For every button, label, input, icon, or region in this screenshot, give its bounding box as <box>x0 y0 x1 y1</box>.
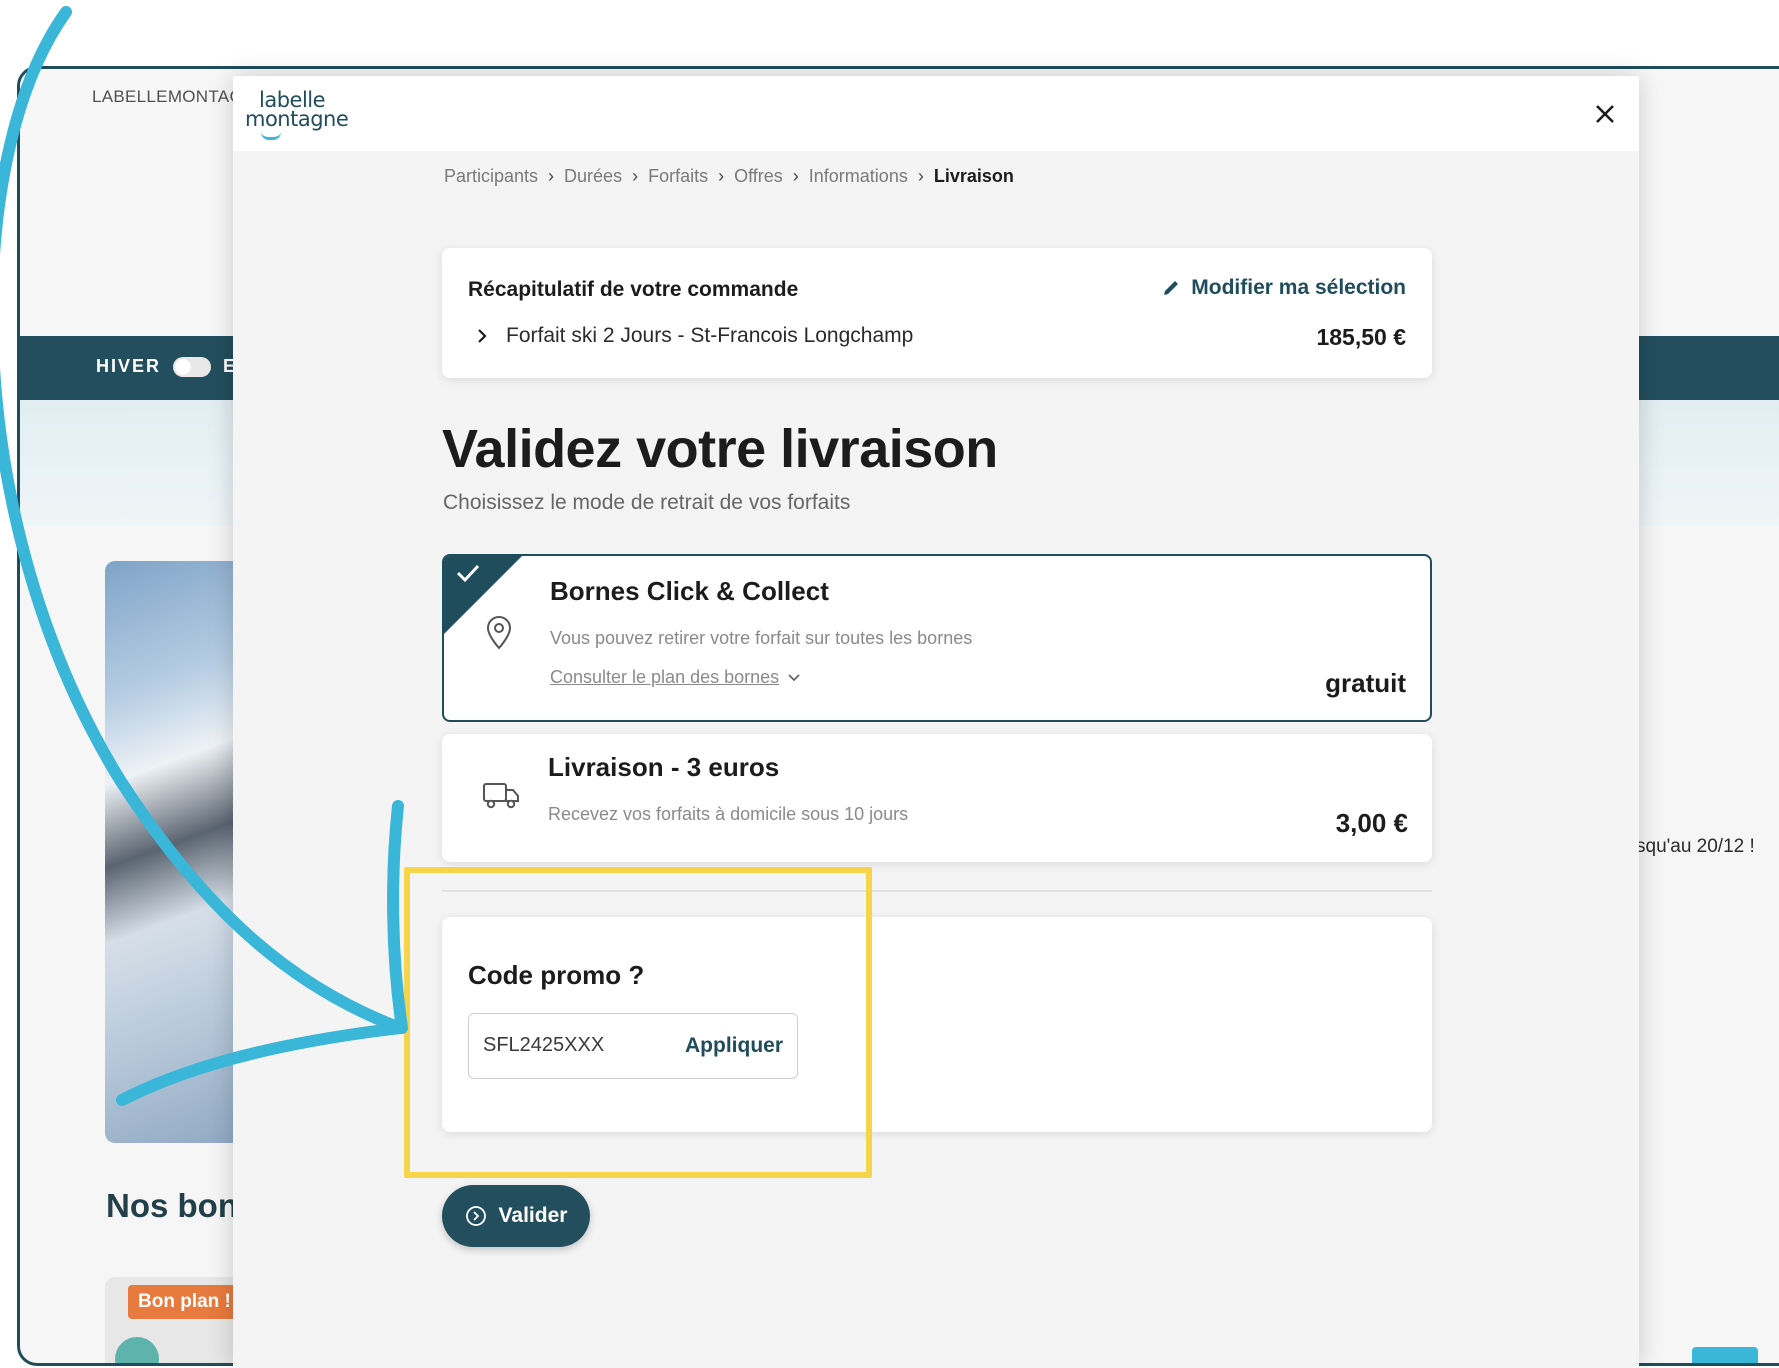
close-icon <box>1596 105 1614 123</box>
promo-code-section: Code promo ? Appliquer <box>442 917 1432 1132</box>
close-button[interactable] <box>1585 94 1625 134</box>
validate-label: Valider <box>498 1204 568 1227</box>
order-item-label: Forfait ski 2 Jours - St-Francois Longch… <box>506 324 914 347</box>
delivery-option-home[interactable]: Livraison - 3 euros Recevez vos forfaits… <box>442 734 1432 862</box>
chevron-right-icon <box>478 329 487 343</box>
option-price: 3,00 € <box>1335 808 1408 838</box>
season-label: HIVER <box>96 356 162 376</box>
promo-code-input[interactable] <box>483 1014 673 1077</box>
chevron-right-icon: › <box>917 166 924 186</box>
cart-icon <box>1705 1360 1745 1366</box>
order-summary: Récapitulatif de votre commande Modifier… <box>442 248 1432 378</box>
modal-header: labelle montagne <box>233 76 1639 151</box>
chevron-right-icon: › <box>792 166 799 186</box>
logo-line-2: montagne <box>245 107 349 131</box>
cart-button[interactable] <box>1692 1347 1758 1366</box>
chevron-down-icon <box>788 673 800 681</box>
page-subtitle: Choisissez le mode de retrait de vos for… <box>443 491 851 514</box>
breadcrumb-item[interactable]: Informations <box>809 166 908 187</box>
consult-map-label: Consulter le plan des bornes <box>550 667 780 687</box>
option-price: gratuit <box>1325 668 1406 698</box>
background-section-heading: Nos bon <box>106 1187 238 1224</box>
validate-button[interactable]: Valider <box>442 1185 590 1247</box>
breadcrumb-item[interactable]: Participants <box>444 166 538 187</box>
background-site-name: LABELLEMONTAG <box>92 87 243 106</box>
pencil-icon <box>1164 281 1179 295</box>
page-title: Validez votre livraison <box>442 419 998 479</box>
breadcrumb-item[interactable]: Forfaits <box>648 166 708 187</box>
bon-plan-badge: Bon plan ! <box>128 1285 241 1319</box>
breadcrumb: Participants › Durées › Forfaits › Offre… <box>444 166 1014 187</box>
modify-selection-button[interactable]: Modifier ma sélection <box>1161 276 1406 300</box>
apply-promo-button[interactable]: Appliquer <box>685 1034 783 1058</box>
breadcrumb-item[interactable]: Durées <box>564 166 622 187</box>
check-icon <box>456 564 480 583</box>
delivery-modal: labelle montagne Participants › Durées ›… <box>233 76 1639 1368</box>
modify-selection-label: Modifier ma sélection <box>1191 276 1406 299</box>
delivery-option-click-collect[interactable]: Bornes Click & Collect Vous pouvez retir… <box>442 554 1432 722</box>
option-title: Livraison - 3 euros <box>548 752 780 782</box>
season-toggle[interactable] <box>173 356 212 377</box>
chevron-right-icon: › <box>718 166 725 186</box>
arrow-circle-right-icon <box>465 1206 486 1226</box>
chevron-right-icon: › <box>548 166 555 186</box>
breadcrumb-current: Livraison <box>933 166 1014 186</box>
promo-field: Appliquer <box>468 1013 798 1079</box>
order-total-price: 185,50 € <box>1316 324 1406 350</box>
location-pin-icon <box>486 616 512 650</box>
season-switch[interactable]: HIVER E <box>96 356 237 377</box>
option-description: Vous pouvez retirer votre forfait sur to… <box>550 628 973 648</box>
consult-map-link[interactable]: Consulter le plan des bornes <box>550 667 801 688</box>
order-line-toggle[interactable]: Forfait ski 2 Jours - St-Francois Longch… <box>476 324 913 348</box>
logo-smile <box>261 132 281 140</box>
divider <box>442 890 1432 892</box>
option-title: Bornes Click & Collect <box>550 576 829 606</box>
labelle-montagne-logo[interactable]: labelle montagne <box>245 88 355 140</box>
chevron-right-icon: › <box>632 166 639 186</box>
breadcrumb-item[interactable]: Offres <box>734 166 783 187</box>
background-promo-text: squ'au 20/12 ! <box>1636 836 1755 857</box>
option-description: Recevez vos forfaits à domicile sous 10 … <box>548 804 909 824</box>
order-summary-title: Récapitulatif de votre commande <box>468 278 799 301</box>
promo-title: Code promo ? <box>468 960 645 990</box>
truck-icon <box>483 783 519 809</box>
